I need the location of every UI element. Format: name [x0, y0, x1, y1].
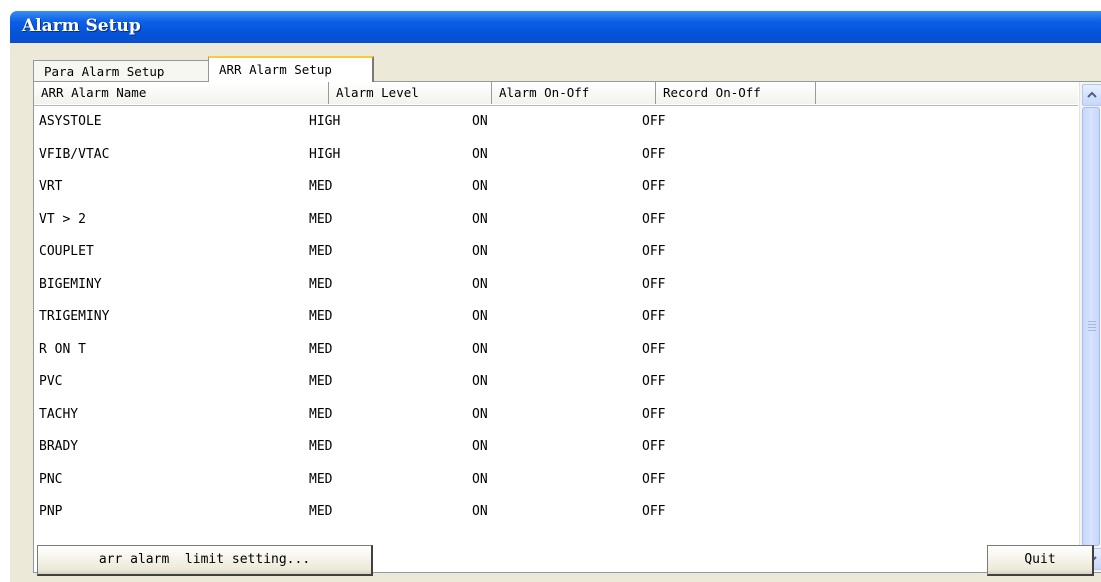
record-on-off-cell: OFF: [642, 179, 666, 194]
alarm-on-off-cell: ON: [472, 114, 488, 129]
alarm-name-cell: BIGEMINY: [39, 276, 102, 292]
alarm-name-cell: VT > 2: [39, 211, 86, 227]
alarm-level-cell: MED: [309, 244, 333, 259]
table-row[interactable]: PNC MED ON OFF: [34, 464, 1078, 497]
column-header-alarm-level[interactable]: Alarm Level: [329, 82, 492, 104]
list-header: ARR Alarm Name Alarm Level Alarm On-Off …: [34, 82, 1078, 106]
alarm-level-cell: HIGH: [309, 114, 341, 129]
alarm-level-cell: MED: [309, 341, 333, 357]
arr-alarm-list: ARR Alarm Name Alarm Level Alarm On-Off …: [33, 81, 1101, 573]
record-on-off-cell: OFF: [642, 439, 666, 454]
table-row[interactable]: R ON T MED ON OFF: [34, 334, 1078, 367]
record-on-off-cell: OFF: [642, 309, 666, 324]
alarm-level-cell: MED: [309, 211, 333, 227]
arr-alarm-limit-setting-button[interactable]: arr alarm limit setting...: [37, 545, 373, 576]
alarm-level-cell: MED: [309, 406, 333, 422]
table-row[interactable]: BIGEMINY MED ON OFF: [34, 269, 1078, 302]
vertical-scrollbar[interactable]: [1079, 82, 1101, 572]
alarm-setup-window: Alarm Setup Para Alarm Setup ARR Alarm S…: [0, 0, 1101, 582]
grip-icon: [1088, 321, 1096, 333]
alarm-name-cell: PVC: [39, 374, 63, 389]
table-row[interactable]: ASYSTOLE HIGH ON OFF: [34, 106, 1078, 139]
record-on-off-cell: OFF: [642, 244, 666, 259]
table-row[interactable]: VT > 2 MED ON OFF: [34, 204, 1078, 237]
alarm-level-cell: HIGH: [309, 146, 341, 162]
alarm-level-cell: MED: [309, 504, 333, 519]
window-title: Alarm Setup: [22, 16, 141, 36]
alarm-on-off-cell: ON: [472, 406, 488, 422]
record-on-off-cell: OFF: [642, 211, 666, 227]
title-bar-band: Alarm Setup: [10, 11, 1101, 43]
alarm-on-off-cell: ON: [472, 309, 488, 324]
alarm-name-cell: TRIGEMINY: [39, 309, 110, 324]
table-row[interactable]: BRADY MED ON OFF: [34, 431, 1078, 464]
scroll-up-button[interactable]: [1082, 84, 1101, 106]
table-row[interactable]: PVC MED ON OFF: [34, 366, 1078, 399]
alarm-name-cell: COUPLET: [39, 244, 94, 259]
dialog-client-area: Para Alarm Setup ARR Alarm Setup ARR Ala…: [10, 43, 1101, 582]
alarm-on-off-cell: ON: [472, 211, 488, 227]
record-on-off-cell: OFF: [642, 341, 666, 357]
alarm-level-cell: MED: [309, 179, 333, 194]
record-on-off-cell: OFF: [642, 471, 666, 487]
column-header-record-on-off[interactable]: Record On-Off: [656, 82, 816, 104]
column-header-empty[interactable]: [816, 82, 1078, 104]
alarm-name-cell: R ON T: [39, 341, 86, 357]
alarm-level-cell: MED: [309, 471, 333, 487]
tab-arr-alarm-setup[interactable]: ARR Alarm Setup: [208, 56, 374, 82]
alarm-on-off-cell: ON: [472, 179, 488, 194]
column-header-alarm-name[interactable]: ARR Alarm Name: [34, 82, 329, 104]
alarm-level-cell: MED: [309, 374, 333, 389]
record-on-off-cell: OFF: [642, 504, 666, 519]
record-on-off-cell: OFF: [642, 406, 666, 422]
alarm-on-off-cell: ON: [472, 504, 488, 519]
alarm-name-cell: BRADY: [39, 439, 79, 454]
alarm-on-off-cell: ON: [472, 374, 488, 389]
record-on-off-cell: OFF: [642, 276, 666, 292]
alarm-on-off-cell: ON: [472, 146, 488, 162]
list-body: ASYSTOLE HIGH ON OFF VFIB/VTAC HIGH ON OFF VRT…: [34, 106, 1078, 529]
alarm-on-off-cell: ON: [472, 471, 488, 487]
alarm-on-off-cell: ON: [472, 439, 488, 454]
table-row[interactable]: TRIGEMINY MED ON OFF: [34, 301, 1078, 334]
alarm-name-cell: PNC: [39, 471, 63, 487]
chevron-up-icon: [1087, 91, 1097, 98]
alarm-level-cell: MED: [309, 309, 333, 324]
table-row[interactable]: PNP MED ON OFF: [34, 496, 1078, 529]
alarm-on-off-cell: ON: [472, 276, 488, 292]
alarm-level-cell: MED: [309, 439, 333, 454]
column-header-alarm-on-off[interactable]: Alarm On-Off: [492, 82, 656, 104]
alarm-level-cell: MED: [309, 276, 333, 292]
record-on-off-cell: OFF: [642, 114, 666, 129]
alarm-name-cell: VRT: [39, 179, 63, 194]
table-row[interactable]: VRT MED ON OFF: [34, 171, 1078, 204]
table-row[interactable]: VFIB/VTAC HIGH ON OFF: [34, 139, 1078, 172]
record-on-off-cell: OFF: [642, 374, 666, 389]
alarm-on-off-cell: ON: [472, 244, 488, 259]
alarm-name-cell: TACHY: [39, 406, 79, 422]
alarm-on-off-cell: ON: [472, 341, 488, 357]
table-row[interactable]: COUPLET MED ON OFF: [34, 236, 1078, 269]
alarm-name-cell: ASYSTOLE: [39, 114, 102, 129]
alarm-name-cell: VFIB/VTAC: [39, 146, 110, 162]
scroll-thumb[interactable]: [1082, 107, 1100, 546]
table-row[interactable]: TACHY MED ON OFF: [34, 399, 1078, 432]
quit-button[interactable]: Quit: [987, 545, 1094, 576]
tab-para-alarm-setup[interactable]: Para Alarm Setup: [33, 60, 209, 82]
record-on-off-cell: OFF: [642, 146, 666, 162]
alarm-name-cell: PNP: [39, 504, 63, 519]
